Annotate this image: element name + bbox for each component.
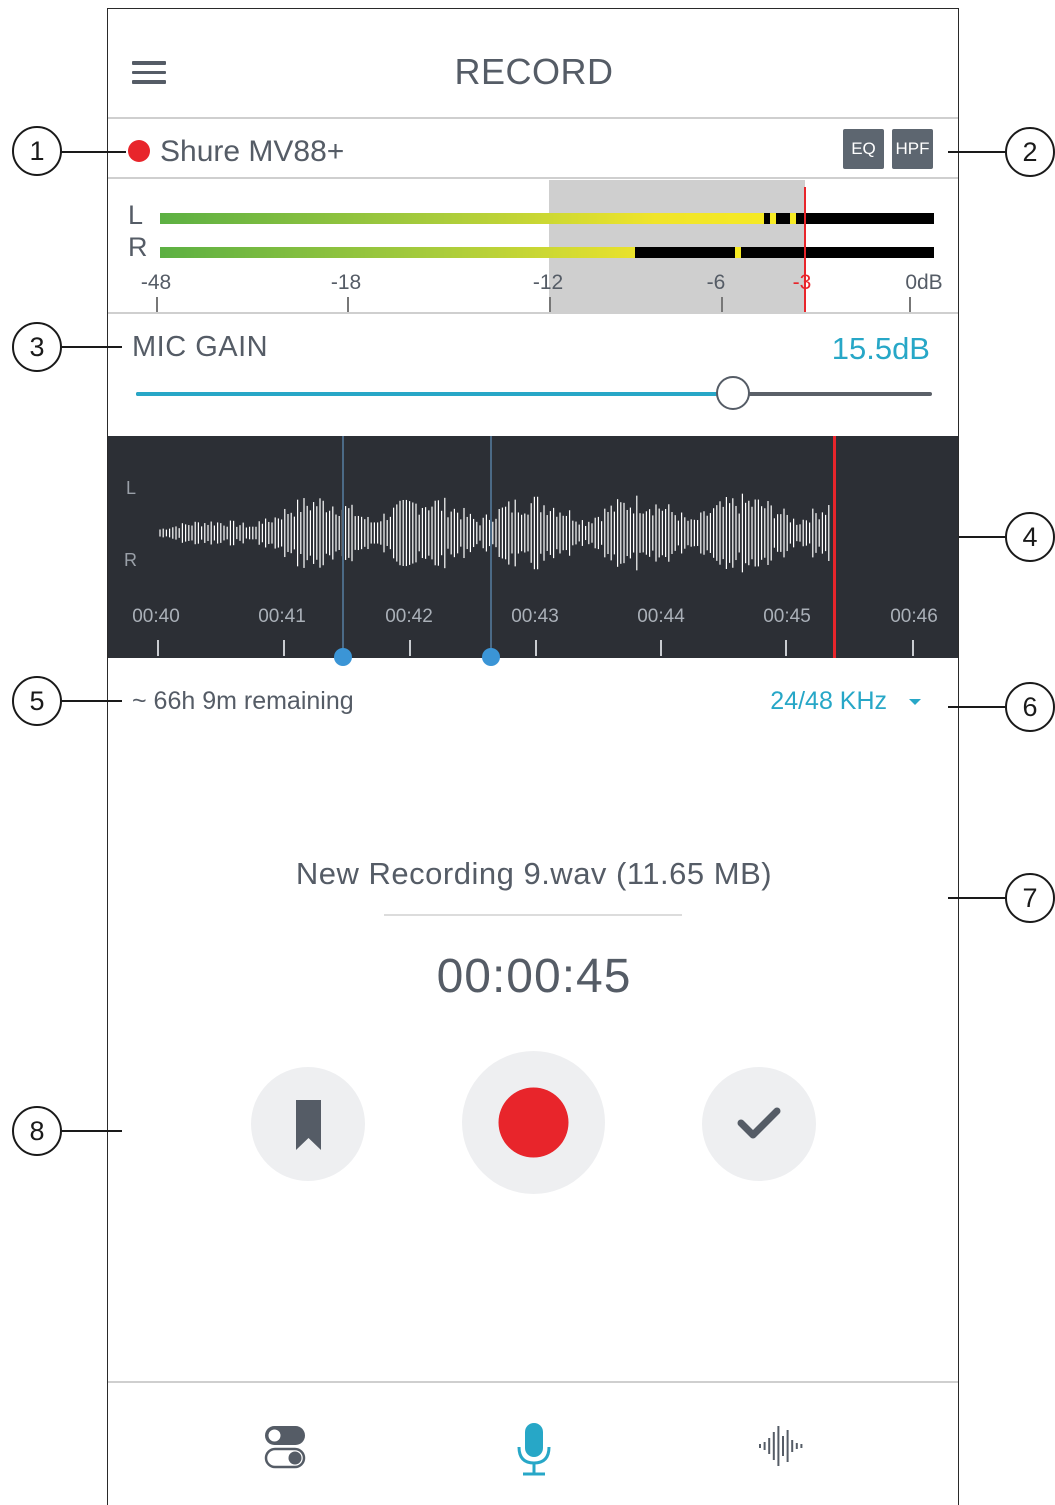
- nav-record-tab[interactable]: [514, 1421, 554, 1477]
- waveform-time-label: 00:45: [763, 606, 811, 627]
- playhead[interactable]: [833, 436, 836, 658]
- meter-peak-l: [790, 213, 797, 224]
- waveform-time-tick: [785, 640, 787, 656]
- page-title: RECORD: [454, 51, 614, 92]
- meter-scale-tick: [909, 297, 911, 313]
- meter-fill-r: [160, 247, 635, 258]
- callout-leader: [959, 536, 1007, 538]
- meter-channel-label-r: R: [128, 232, 148, 262]
- record-screen: RECORD Shure MV88+ EQ HPF L R -48 -18 -1…: [107, 8, 959, 1505]
- meter-scale-label: -12: [532, 271, 564, 294]
- bookmark-marker-line: [490, 436, 492, 658]
- bookmark-button[interactable]: [251, 1067, 365, 1181]
- bookmark-marker-handle[interactable]: [482, 648, 500, 666]
- eq-badge[interactable]: EQ: [843, 129, 884, 169]
- callout-leader: [60, 1130, 122, 1132]
- waveform-icon: [759, 1426, 803, 1466]
- meter-scale-label: -48: [140, 271, 172, 294]
- dropdown-caret-icon: [909, 699, 921, 706]
- nav-settings-tab[interactable]: [263, 1424, 309, 1470]
- waveform-time-label: 00:44: [637, 606, 685, 627]
- bookmark-marker-handle[interactable]: [334, 648, 352, 666]
- meter-bar-l: [160, 213, 934, 224]
- callout-leader: [948, 897, 1006, 899]
- divider: [108, 312, 958, 314]
- waveform-panel[interactable]: L R 00:40 00:41 00:42 00:43 00:44 00:45 …: [108, 436, 958, 658]
- callout-1: 1: [12, 126, 62, 176]
- meter-channel-label-l: L: [128, 200, 144, 230]
- meter-fill-l: [160, 213, 777, 224]
- divider: [108, 117, 958, 119]
- mic-gain-slider[interactable]: [136, 392, 932, 396]
- meter-scale-label: -18: [330, 271, 362, 294]
- meter-scale-tick: [549, 297, 551, 313]
- mic-gain-slider-fill: [136, 392, 733, 396]
- record-icon: [498, 1087, 569, 1158]
- callout-leader: [948, 706, 1006, 708]
- mic-gain-value: 15.5dB: [831, 331, 930, 366]
- settings-toggle-icon: [264, 1426, 306, 1469]
- mic-gain-label: MIC GAIN: [132, 331, 269, 363]
- recording-timer: 00:00:45: [436, 950, 632, 1003]
- remaining-time: ~ 66h 9m remaining: [132, 687, 354, 715]
- meter-scale-label: -6: [706, 271, 726, 294]
- finish-button[interactable]: [702, 1067, 816, 1181]
- waveform-time-label: 00:41: [258, 606, 306, 627]
- recording-filename: New Recording 9.wav (11.65 MB): [295, 856, 773, 891]
- waveform-time-label: 00:40: [132, 606, 180, 627]
- waveform-bars: [159, 493, 830, 573]
- divider: [108, 1381, 958, 1383]
- callout-leader: [60, 151, 126, 153]
- device-name: Shure MV88+: [160, 135, 345, 168]
- meter-scale-label: 0dB: [905, 271, 943, 294]
- meter-peak-r: [734, 247, 741, 258]
- meter-gap-l: [764, 213, 771, 224]
- waveform-time-tick: [409, 640, 411, 656]
- divider: [384, 914, 682, 916]
- format-selector[interactable]: 24/48 KHz: [770, 687, 922, 716]
- nav-recordings-tab[interactable]: [756, 1421, 808, 1471]
- callout-8: 8: [12, 1106, 62, 1156]
- waveform-time-tick: [535, 640, 537, 656]
- hpf-badge[interactable]: HPF: [892, 129, 933, 169]
- callout-6: 6: [1005, 682, 1055, 732]
- divider: [108, 177, 958, 179]
- meter-bar-r: [160, 247, 934, 258]
- bookmark-icon: [296, 1100, 321, 1150]
- waveform-time-tick: [912, 640, 914, 656]
- callout-leader: [60, 700, 122, 702]
- format-value: 24/48 KHz: [770, 687, 888, 715]
- meter-scale-tick: [347, 297, 349, 313]
- waveform-time-tick: [157, 640, 159, 656]
- check-icon: [737, 1107, 781, 1139]
- record-button[interactable]: [462, 1051, 605, 1194]
- recording-status-dot: [128, 140, 150, 162]
- meter-scale-label: -3: [792, 271, 812, 294]
- waveform-time-label: 00:43: [511, 606, 559, 627]
- waveform-time-tick: [283, 640, 285, 656]
- callout-5: 5: [12, 676, 62, 726]
- callout-4: 4: [1005, 512, 1055, 562]
- callout-2: 2: [1005, 127, 1055, 177]
- meter-scale-tick: [721, 297, 723, 313]
- callout-leader: [948, 151, 1006, 153]
- callout-3: 3: [12, 322, 62, 372]
- meter-scale-tick: [156, 297, 158, 313]
- callout-leader: [60, 346, 122, 348]
- bookmark-marker-line: [342, 436, 344, 658]
- waveform-time-label: 00:46: [890, 606, 938, 627]
- waveform-time-label: 00:42: [385, 606, 433, 627]
- callout-7: 7: [1005, 873, 1055, 923]
- waveform-time-tick: [660, 640, 662, 656]
- mic-gain-slider-thumb[interactable]: [716, 376, 750, 410]
- microphone-icon: [517, 1423, 551, 1476]
